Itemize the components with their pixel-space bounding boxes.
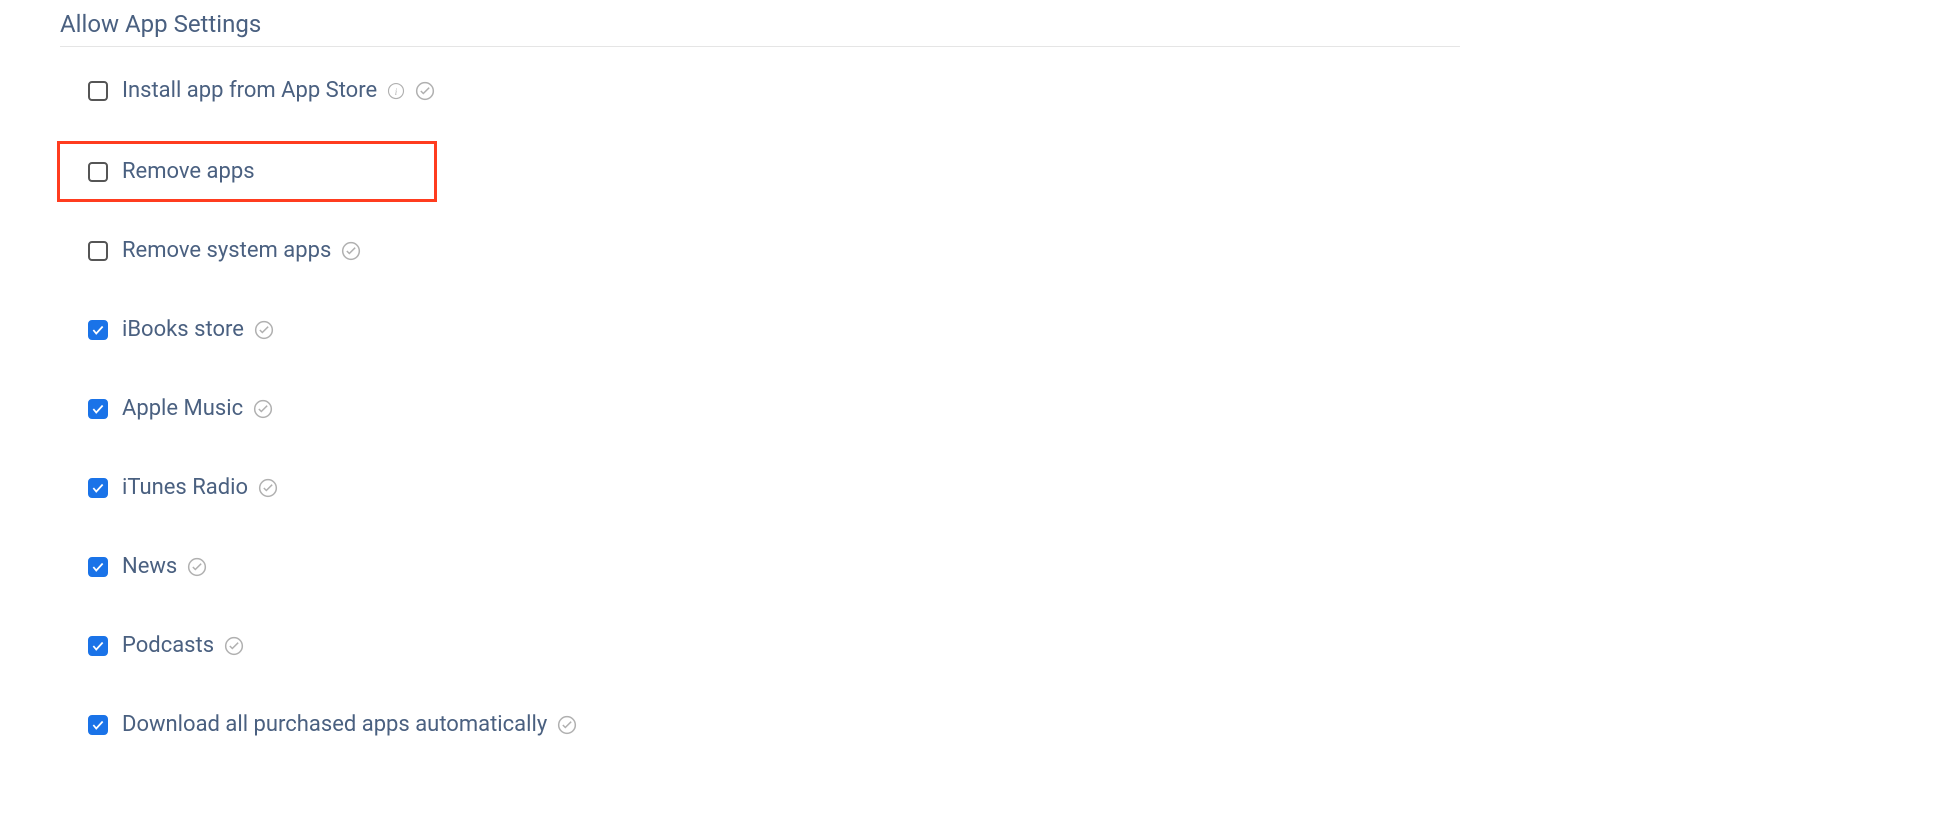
- setting-label: Remove system apps: [122, 238, 331, 263]
- supervised-icon[interactable]: [341, 241, 361, 261]
- supervised-icon[interactable]: [224, 636, 244, 656]
- setting-label: Install app from App Store: [122, 78, 377, 103]
- setting-label: Remove apps: [122, 159, 255, 184]
- settings-container: Allow App Settings Install app from App …: [0, 0, 1950, 743]
- supervised-icon[interactable]: [253, 399, 273, 419]
- setting-label: News: [122, 554, 177, 579]
- setting-row: Remove apps: [57, 141, 437, 202]
- checkbox[interactable]: [88, 636, 108, 656]
- section-title: Allow App Settings: [60, 10, 1460, 47]
- setting-label: Download all purchased apps automaticall…: [122, 712, 547, 737]
- setting-row: iTunes Radio: [60, 469, 1890, 506]
- checkbox[interactable]: [88, 241, 108, 261]
- checkbox[interactable]: [88, 81, 108, 101]
- setting-label: Podcasts: [122, 633, 214, 658]
- supervised-icon[interactable]: [254, 320, 274, 340]
- checkbox[interactable]: [88, 715, 108, 735]
- supervised-icon[interactable]: [557, 715, 577, 735]
- supervised-icon[interactable]: [258, 478, 278, 498]
- setting-row: Apple Music: [60, 390, 1890, 427]
- checkbox[interactable]: [88, 399, 108, 419]
- setting-row: Install app from App Store i: [60, 72, 1890, 109]
- setting-row: Podcasts: [60, 627, 1890, 664]
- checkbox[interactable]: [88, 478, 108, 498]
- checkbox[interactable]: [88, 320, 108, 340]
- checkbox[interactable]: [88, 162, 108, 182]
- setting-row: Download all purchased apps automaticall…: [60, 706, 1890, 743]
- setting-row: iBooks store: [60, 311, 1890, 348]
- supervised-icon[interactable]: [187, 557, 207, 577]
- setting-row: Remove system apps: [60, 232, 1890, 269]
- checkbox[interactable]: [88, 557, 108, 577]
- setting-label: iTunes Radio: [122, 475, 248, 500]
- setting-row: News: [60, 548, 1890, 585]
- supervised-icon[interactable]: [415, 81, 435, 101]
- settings-list: Install app from App Store i Remove apps Re…: [60, 72, 1890, 743]
- info-icon[interactable]: i: [387, 82, 405, 100]
- setting-label: iBooks store: [122, 317, 244, 342]
- setting-label: Apple Music: [122, 396, 243, 421]
- svg-text:i: i: [395, 86, 398, 96]
